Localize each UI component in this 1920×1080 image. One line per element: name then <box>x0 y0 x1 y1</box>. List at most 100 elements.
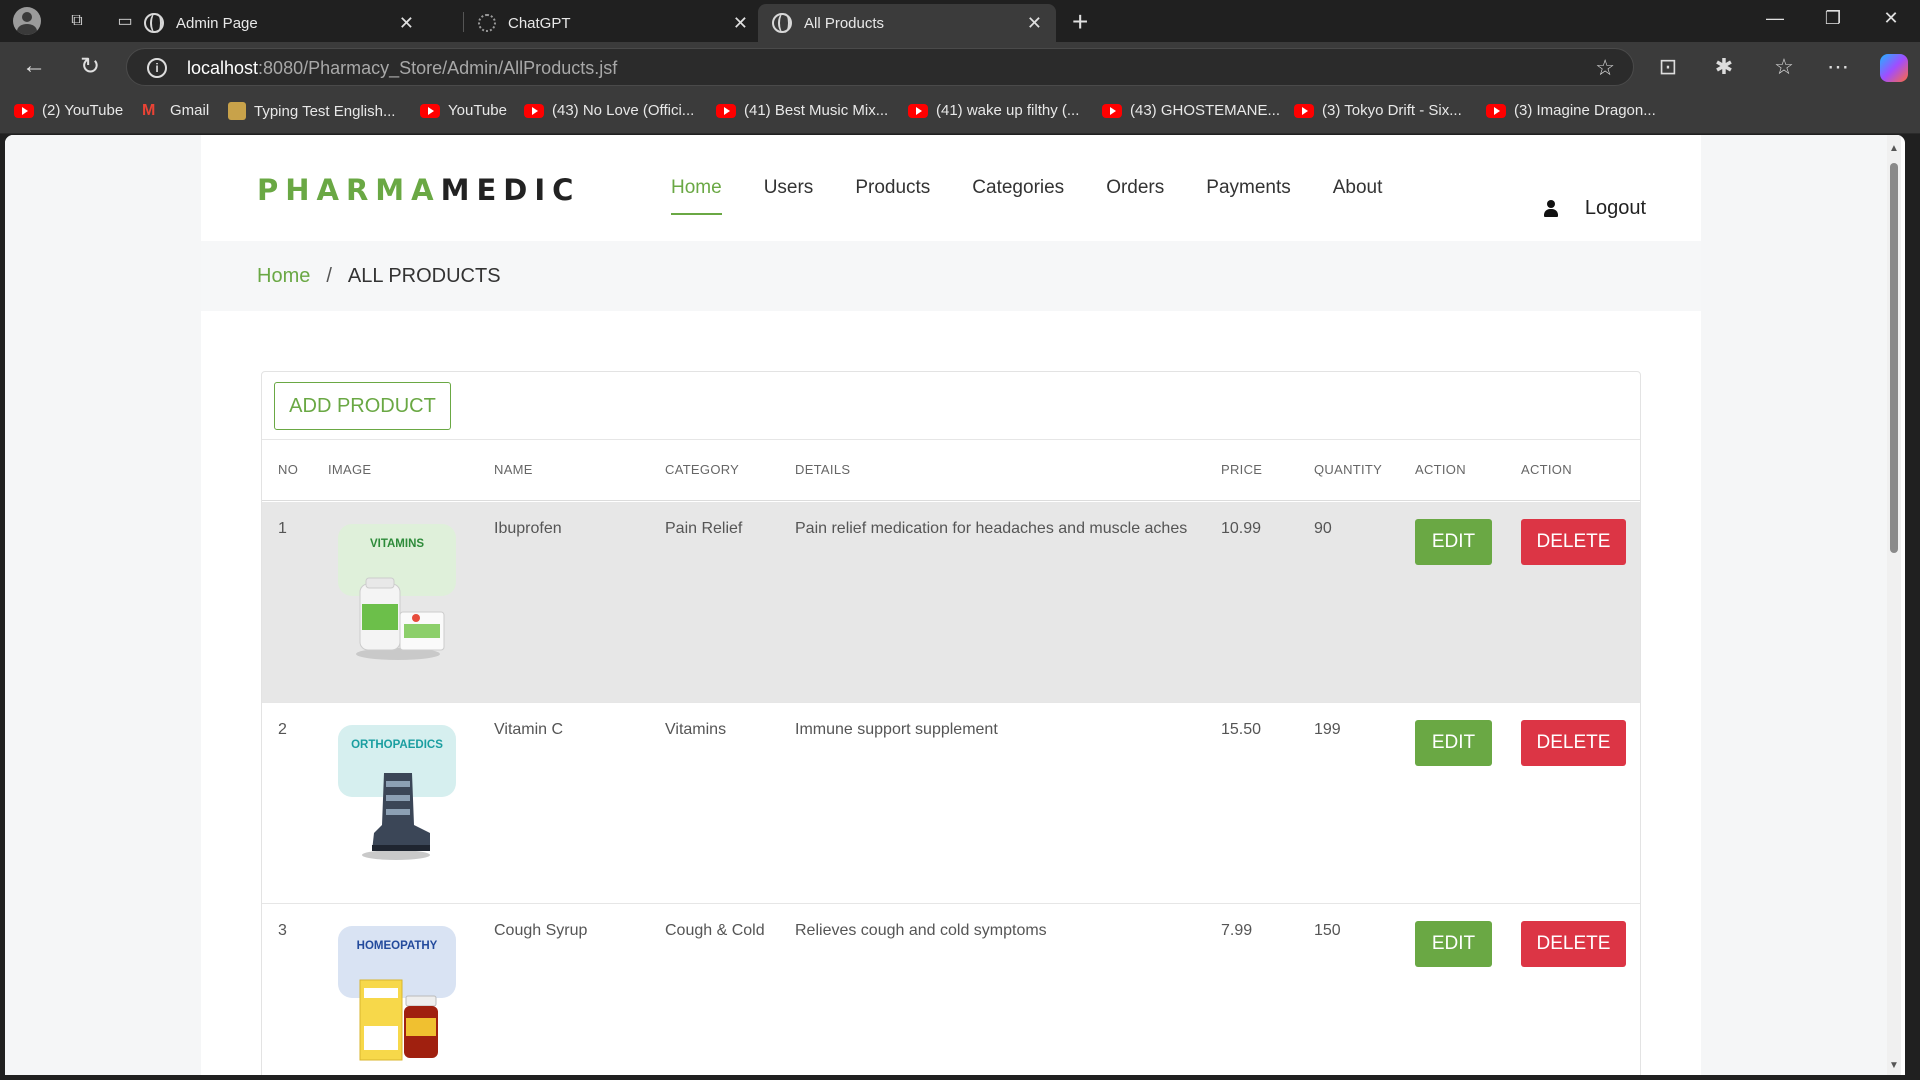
edit-button[interactable]: EDIT <box>1415 519 1492 565</box>
globe-icon <box>144 13 164 33</box>
logout-link[interactable]: Logout <box>1543 197 1646 220</box>
address-bar[interactable]: i localhost:8080/Pharmacy_Store/Admin/Al… <box>126 48 1634 86</box>
address-bar-row: ← ↻ i localhost:8080/Pharmacy_Store/Admi… <box>0 42 1920 92</box>
page-scrollbar[interactable]: ▲ ▼ <box>1887 135 1901 1075</box>
column-header: ACTION <box>1521 462 1572 477</box>
bookmark-item[interactable]: (3) Tokyo Drift - Six... <box>1294 102 1462 119</box>
restore-button[interactable]: ❐ <box>1810 8 1856 29</box>
youtube-icon <box>524 103 544 118</box>
add-product-button[interactable]: ADD PRODUCT <box>274 382 451 430</box>
more-menu-icon[interactable]: ⋯ <box>1824 54 1852 82</box>
bookmark-item[interactable]: (41) wake up filthy (... <box>908 102 1079 119</box>
products-card: ADD PRODUCT NO IMAGE NAME CATEGORY DETAI… <box>261 371 1641 1075</box>
tab-title: All Products <box>804 14 885 32</box>
bookmark-item[interactable]: (43) GHOSTEMANE... <box>1102 102 1280 119</box>
product-price: 10.99 <box>1221 520 1262 537</box>
product-category: Vitamins <box>665 721 727 738</box>
table-row: 1 VITAMINS Ibuprofen Pain Relief Pain re… <box>262 502 1640 703</box>
nav-users[interactable]: Users <box>764 177 814 215</box>
globe-icon <box>772 13 792 33</box>
nav-about[interactable]: About <box>1333 177 1383 215</box>
breadcrumb-current: ALL PRODUCTS <box>347 265 501 287</box>
user-icon <box>1543 199 1559 218</box>
close-tab-icon[interactable]: ✕ <box>1027 13 1042 34</box>
product-name: Ibuprofen <box>494 520 562 537</box>
gmail-icon: M <box>142 102 156 119</box>
extensions-icon[interactable]: ✱ <box>1710 54 1738 82</box>
scroll-down-arrow-icon[interactable]: ▼ <box>1889 1060 1899 1071</box>
edit-button[interactable]: EDIT <box>1415 921 1492 967</box>
nav-payments[interactable]: Payments <box>1206 177 1290 215</box>
favorite-star-icon[interactable]: ☆ <box>1595 55 1615 81</box>
reload-button[interactable]: ↻ <box>74 52 106 82</box>
walking-boot-icon <box>362 773 430 860</box>
column-header: QUANTITY <box>1314 462 1383 477</box>
column-header: NO <box>278 462 299 477</box>
bookmark-item[interactable]: YouTube <box>420 102 507 119</box>
product-price: 15.50 <box>1221 721 1262 738</box>
table-row: 2 ORTHOPAEDICS Vitamin C Vitamins Immune… <box>262 703 1640 904</box>
column-header: ACTION <box>1415 462 1466 477</box>
breadcrumb-home-link[interactable]: Home <box>257 265 310 287</box>
profile-avatar[interactable] <box>8 7 46 35</box>
column-header: CATEGORY <box>665 462 740 477</box>
bookmark-item[interactable]: (43) No Love (Offici... <box>524 102 694 119</box>
breadcrumb-bar: Home / ALL PRODUCTS <box>201 241 1701 311</box>
product-details: Pain relief medication for headaches and… <box>795 520 1188 537</box>
bookmark-item[interactable]: (41) Best Music Mix... <box>716 102 888 119</box>
site-info-icon[interactable]: i <box>147 58 167 78</box>
product-category: Pain Relief <box>665 520 743 537</box>
tab-chatgpt[interactable]: ChatGPT ✕ <box>464 4 762 42</box>
nav-products[interactable]: Products <box>855 177 930 215</box>
browser-window: ⧉ ▭ Admin Page ✕ ChatGPT ✕ All Products … <box>0 0 1920 1080</box>
favorites-icon[interactable]: ☆ <box>1770 54 1798 82</box>
youtube-icon <box>908 103 928 118</box>
delete-button[interactable]: DELETE <box>1521 921 1626 967</box>
delete-button[interactable]: DELETE <box>1521 519 1626 565</box>
copilot-icon[interactable] <box>1880 54 1908 82</box>
avatar-icon <box>13 7 41 35</box>
nav-orders[interactable]: Orders <box>1106 177 1164 215</box>
scroll-up-arrow-icon[interactable]: ▲ <box>1889 143 1899 154</box>
product-category: Cough & Cold <box>665 922 765 939</box>
screen-share-icon[interactable]: ⊡ <box>1654 54 1682 82</box>
close-tab-icon[interactable]: ✕ <box>733 13 748 34</box>
homeopathy-medicine-icon <box>359 979 438 1061</box>
breadcrumb-separator: / <box>326 265 332 287</box>
table-header: NO IMAGE NAME CATEGORY DETAILS PRICE QUA… <box>262 440 1640 501</box>
bookmark-item[interactable]: (3) Imagine Dragon... <box>1486 102 1656 119</box>
bookmark-item[interactable]: Typing Test English... <box>228 102 395 120</box>
new-tab-button[interactable]: + <box>1072 6 1088 38</box>
workspaces-icon[interactable]: ⧉ <box>58 7 96 35</box>
nav-home[interactable]: Home <box>671 177 722 215</box>
row-number: 1 <box>278 520 287 537</box>
back-button[interactable]: ← <box>18 52 50 82</box>
tab-title: ChatGPT <box>508 14 571 32</box>
close-window-button[interactable]: ✕ <box>1868 8 1914 29</box>
close-tab-icon[interactable]: ✕ <box>399 13 414 34</box>
column-header: IMAGE <box>328 462 372 477</box>
product-details: Relieves cough and cold symptoms <box>795 922 1047 939</box>
nav-categories[interactable]: Categories <box>972 177 1064 215</box>
logout-label: Logout <box>1584 197 1646 219</box>
bookmark-item[interactable]: M Gmail <box>142 102 209 119</box>
edit-button[interactable]: EDIT <box>1415 720 1492 766</box>
tab-admin-page[interactable]: Admin Page ✕ <box>130 4 428 42</box>
site-logo[interactable]: PHARMAMEDIC <box>257 173 580 207</box>
product-image: HOMEOPATHY <box>338 926 456 1066</box>
vitamins-bottle-icon <box>356 577 445 660</box>
main-nav: Home Users Products Categories Orders Pa… <box>671 177 1424 215</box>
product-price: 7.99 <box>1221 922 1253 939</box>
product-quantity: 199 <box>1314 721 1341 738</box>
column-header: DETAILS <box>795 462 851 477</box>
bookmark-item[interactable]: (2) YouTube <box>14 102 123 119</box>
tab-all-products[interactable]: All Products ✕ <box>758 4 1056 42</box>
tab-title: Admin Page <box>176 14 258 32</box>
tab-bar: ⧉ ▭ Admin Page ✕ ChatGPT ✕ All Products … <box>0 0 1920 42</box>
column-header: NAME <box>494 462 533 477</box>
row-number: 2 <box>278 721 287 738</box>
row-number: 3 <box>278 922 287 939</box>
scroll-thumb[interactable] <box>1890 163 1898 553</box>
minimize-button[interactable]: — <box>1752 8 1798 29</box>
delete-button[interactable]: DELETE <box>1521 720 1626 766</box>
